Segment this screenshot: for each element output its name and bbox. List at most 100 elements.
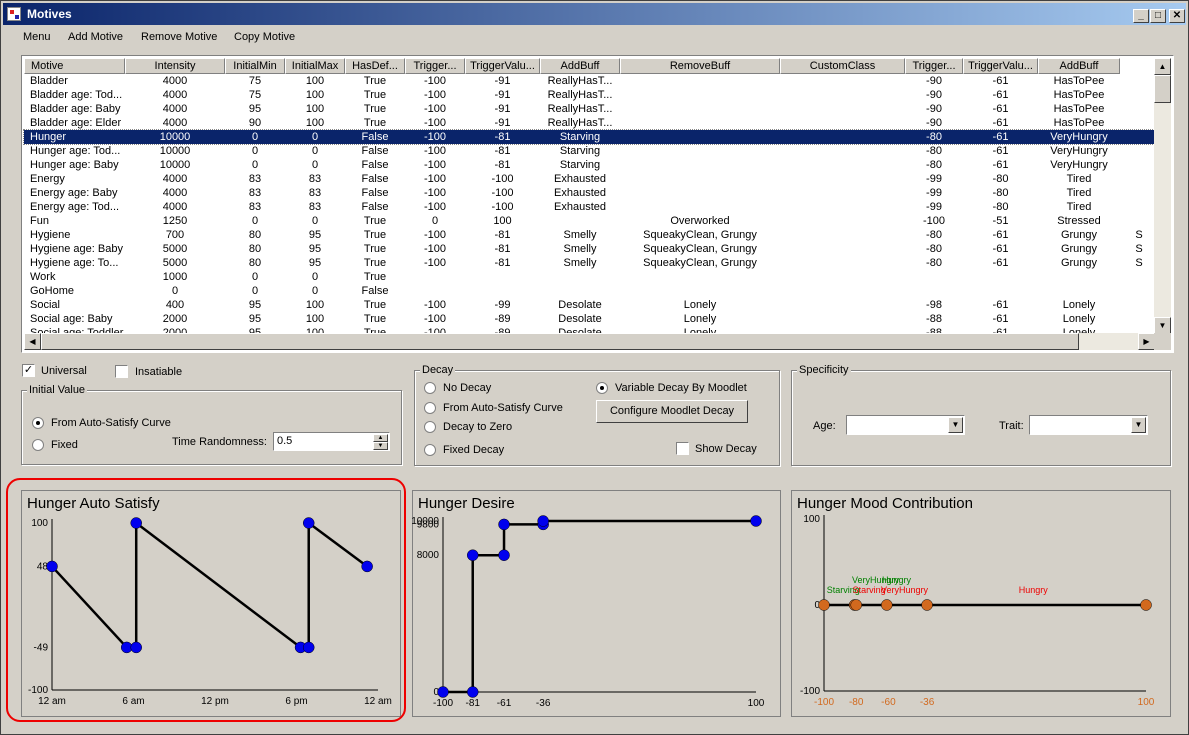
scroll-up-icon[interactable]: ▲ (1154, 58, 1171, 75)
table-cell: -100 (423, 187, 447, 199)
universal-checkbox[interactable]: ✓ (22, 364, 35, 377)
show-decay-checkbox[interactable] (676, 442, 689, 455)
minimize-button[interactable]: _ (1133, 9, 1149, 23)
age-dropdown-icon[interactable]: ▼ (948, 417, 963, 433)
menu-copy-motive[interactable]: Copy Motive (230, 31, 299, 43)
column-header[interactable]: InitialMax (285, 58, 345, 74)
vertical-scroll-thumb[interactable] (1154, 75, 1171, 103)
vertical-scrollbar[interactable]: ▲ ▼ (1154, 58, 1171, 334)
table-cell (1120, 312, 1158, 326)
scroll-down-icon[interactable]: ▼ (1154, 317, 1171, 334)
menu-menu[interactable]: Menu (19, 31, 55, 43)
menu-add-motive[interactable]: Add Motive (64, 31, 127, 43)
menu-remove-motive[interactable]: Remove Motive (137, 31, 221, 43)
table-row[interactable]: Energy age: Tod... 4000 83 83 False -100 -100 E… (24, 200, 1158, 214)
column-header[interactable]: TriggerValu... (963, 58, 1038, 74)
configure-moodlet-decay-button[interactable]: Configure Moodlet Decay (596, 400, 748, 423)
table-cell: -100 (423, 117, 447, 129)
table-row[interactable]: GoHome 0 0 0 False (24, 284, 1158, 298)
column-header[interactable]: Intensity (125, 58, 225, 74)
table-row[interactable]: Bladder age: Tod... 4000 75 100 True -100 -91 R… (24, 88, 1158, 102)
table-cell: HasToPee (1053, 75, 1105, 87)
no-decay-radio[interactable] (424, 382, 436, 394)
table-cell (905, 284, 963, 298)
table-row[interactable]: Energy 4000 83 83 False -100 -100 Exhausted -99 -… (24, 172, 1158, 186)
table-cell: 4000 (162, 103, 188, 115)
table-cell: False (361, 187, 389, 199)
table-cell: True (363, 103, 387, 115)
table-cell: -80 (926, 229, 942, 241)
x-tick-label: -100 (433, 698, 453, 709)
column-header[interactable]: TriggerValu... (465, 58, 540, 74)
time-randomness-input[interactable]: 0.5 ▲ ▼ (273, 432, 390, 451)
motives-window: Motives _ □ ✕ Menu Add Motive Remove Mot… (0, 0, 1189, 735)
table-row[interactable]: Hygiene age: Baby 5000 80 95 True -100 -81 Smel… (24, 242, 1158, 256)
table-row[interactable]: Bladder age: Baby 4000 95 100 True -100 -91 Rea… (24, 102, 1158, 116)
table-row[interactable]: Bladder 4000 75 100 True -100 -91 ReallyHasT...… (24, 74, 1158, 88)
maximize-button[interactable]: □ (1150, 9, 1166, 23)
table-row[interactable]: Hygiene 700 80 95 True -100 -81 Smelly SqueakyCl… (24, 228, 1158, 242)
table-cell: 0 (251, 145, 259, 157)
table-row[interactable]: Hygiene age: To... 5000 80 95 True -100 -81 Sme… (24, 256, 1158, 270)
x-tick-label: 100 (1138, 697, 1155, 708)
table-cell: 95 (308, 243, 322, 255)
decay-to-zero-radio[interactable] (424, 421, 436, 433)
table-cell: Lonely (1062, 299, 1096, 311)
table-cell: Exhausted (554, 173, 606, 185)
table-cell: Lonely (683, 313, 717, 325)
table-cell: 0 (311, 271, 319, 283)
x-tick-label: -100 (814, 697, 834, 708)
age-select[interactable]: ▼ (846, 415, 965, 435)
table-cell: -80 (926, 243, 942, 255)
horizontal-scrollbar[interactable]: ◀ ▶ (24, 333, 1155, 350)
table-cell: Tired (1066, 173, 1092, 185)
spin-down-icon[interactable]: ▼ (373, 442, 388, 450)
fixed-decay-radio[interactable] (424, 444, 436, 456)
column-header[interactable]: CustomClass (780, 58, 905, 74)
motives-grid[interactable]: Motive Intensity InitialMin InitialMax HasDe… (21, 55, 1174, 353)
title-bar[interactable]: Motives _ □ ✕ (3, 3, 1186, 25)
table-row[interactable]: Fun 1250 0 0 True 0 100 Overworked -100 -51 Stress… (24, 214, 1158, 228)
table-cell: -51 (992, 215, 1009, 227)
column-header[interactable]: Trigger... (405, 58, 465, 74)
trait-dropdown-icon[interactable]: ▼ (1131, 417, 1146, 433)
table-cell: Smelly (563, 257, 597, 269)
variable-decay-radio[interactable] (596, 382, 608, 394)
data-point (818, 599, 830, 611)
scroll-left-icon[interactable]: ◀ (24, 333, 41, 350)
table-row[interactable]: Bladder age: Elder 4000 90 100 True -100 -91 Re… (24, 116, 1158, 130)
close-button[interactable]: ✕ (1169, 9, 1185, 23)
column-header[interactable]: Trigger... (905, 58, 963, 74)
table-cell: True (363, 313, 387, 325)
table-row[interactable]: Social age: Baby 2000 95 100 True -100 -89 Deso… (24, 312, 1158, 326)
table-cell: -100 (423, 313, 447, 325)
table-row[interactable]: Hunger age: Baby 10000 0 0 False -100 -81 Starv… (24, 158, 1158, 172)
column-header[interactable]: Motive (24, 58, 125, 74)
table-row[interactable]: Social 400 95 100 True -100 -99 Desolate Lonely -… (24, 298, 1158, 312)
decay-from-curve-radio[interactable] (424, 402, 436, 414)
scroll-right-icon[interactable]: ▶ (1138, 333, 1155, 350)
column-header[interactable]: InitialMin (225, 58, 285, 74)
decay-group: Decay No Decay From Auto-Satisfy Curve D… (414, 364, 780, 466)
column-header[interactable]: RemoveBuff (620, 58, 780, 74)
table-cell (780, 312, 905, 326)
table-row[interactable]: Energy age: Baby 4000 83 83 False -100 -100 Exh… (24, 186, 1158, 200)
table-cell: -81 (494, 257, 511, 269)
column-header[interactable]: AddBuff (1038, 58, 1120, 74)
horizontal-scroll-thumb[interactable] (41, 333, 1079, 350)
table-cell: 10000 (159, 145, 191, 157)
table-cell: S (1135, 229, 1143, 241)
fixed-radio[interactable] (32, 439, 44, 451)
column-header[interactable]: AddBuff (540, 58, 620, 74)
table-row[interactable]: Hunger 10000 0 0 False -100 -81 Starving -80 -61 V… (23, 129, 1159, 145)
table-row[interactable]: Hunger age: Tod... 10000 0 0 False -100 -81 Sta… (24, 144, 1158, 158)
spin-up-icon[interactable]: ▲ (373, 434, 388, 442)
insatiable-checkbox[interactable] (115, 365, 128, 378)
table-cell: 83 (308, 201, 322, 213)
table-cell (620, 130, 780, 144)
trait-select[interactable]: ▼ (1029, 415, 1148, 435)
table-row[interactable]: Work 1000 0 0 True (24, 270, 1158, 284)
from-curve-radio[interactable] (32, 417, 44, 429)
column-header[interactable]: HasDef... (345, 58, 405, 74)
table-cell: -80 (992, 201, 1009, 213)
